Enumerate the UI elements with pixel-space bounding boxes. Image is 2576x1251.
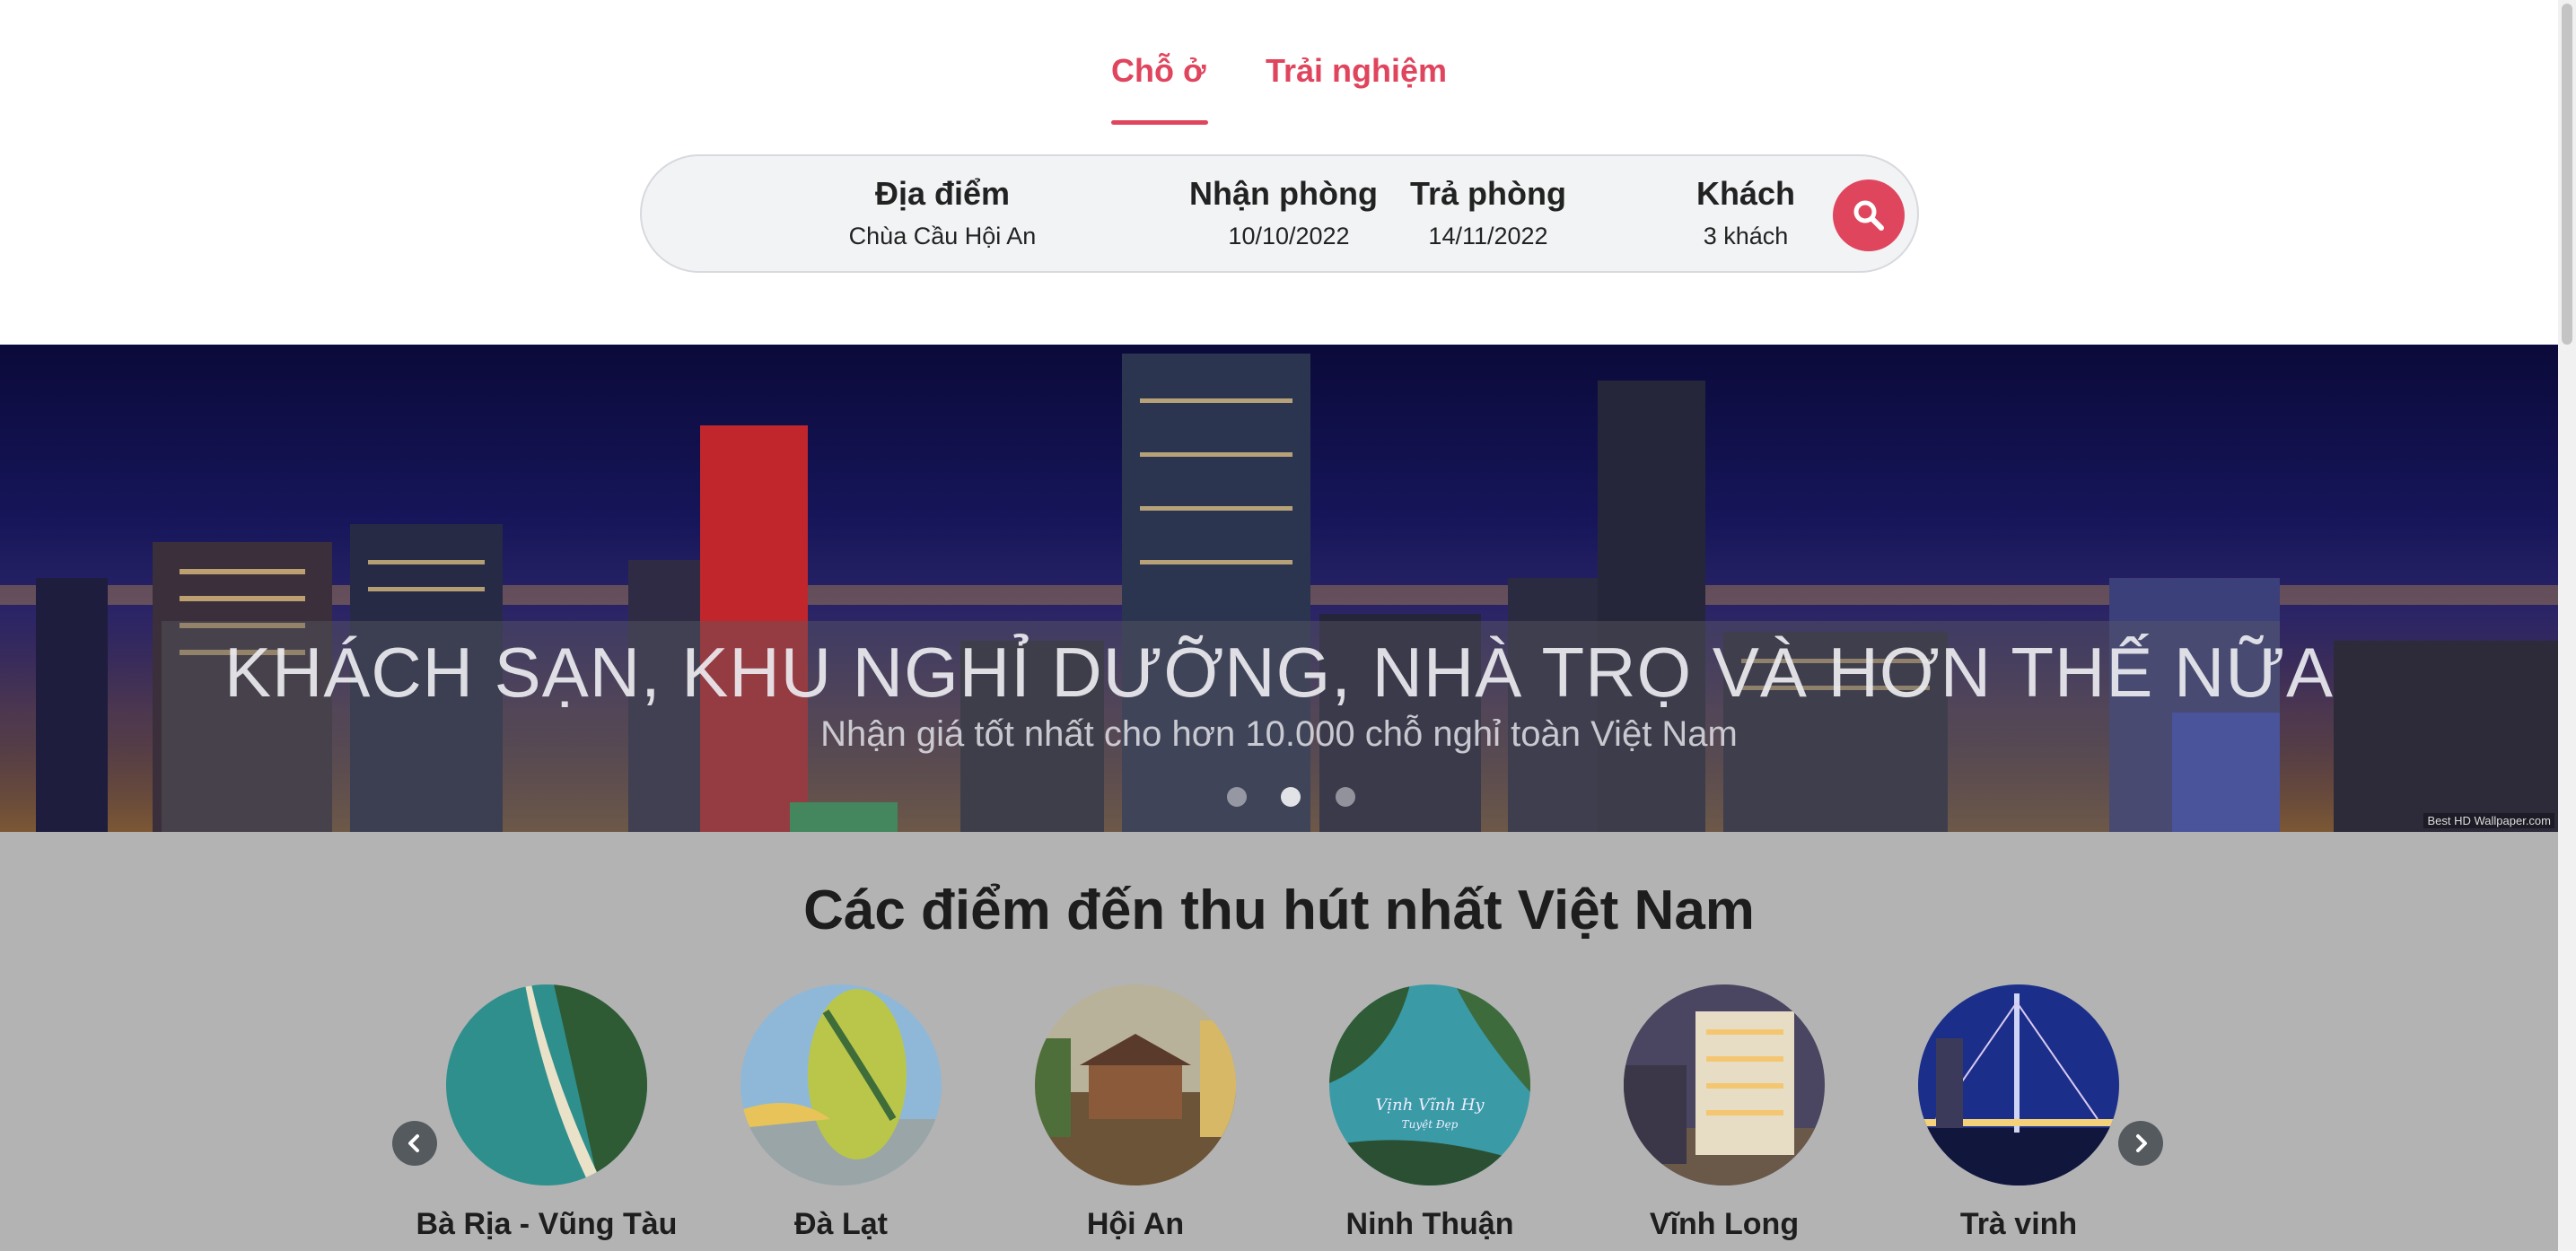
carousel-next-button[interactable] xyxy=(2118,1121,2163,1166)
tab-experiences[interactable]: Trải nghiệm xyxy=(1266,52,1447,90)
destination-image xyxy=(1035,984,1236,1185)
carousel-dot[interactable] xyxy=(1227,787,1247,807)
guests-label: Khách xyxy=(1695,175,1796,212)
search-bar: Địa điểm Chùa Cầu Hội An Nhận phòng 10/1… xyxy=(640,154,1919,273)
image-watermark: Best HD Wallpaper.com xyxy=(2423,813,2554,828)
location-value: Chùa Cầu Hội An xyxy=(848,223,1037,249)
page: Chỗ ở Trải nghiệm Địa điểm Chùa Cầu Hội … xyxy=(0,0,2576,1251)
checkout-field[interactable]: Trả phòng 14/11/2022 xyxy=(1394,174,1582,251)
checkin-value: 10/10/2022 xyxy=(1228,223,1350,249)
destination-image xyxy=(740,984,942,1185)
destination-image: Vịnh Vĩnh Hy Tuyệt Đẹp xyxy=(1329,984,1530,1185)
guests-value: 3 khách xyxy=(1703,223,1789,249)
destination-image-caption-sub: Tuyệt Đẹp xyxy=(1402,1118,1459,1131)
location-label: Địa điểm xyxy=(874,175,1011,212)
chevron-right-icon xyxy=(2136,1134,2147,1152)
category-tabs: Chỗ ở Trải nghiệm xyxy=(0,52,2558,127)
scrollbar-thumb[interactable] xyxy=(2562,4,2572,345)
checkout-value: 14/11/2022 xyxy=(1428,223,1548,249)
hero-title: KHÁCH SẠN, KHU NGHỈ DƯỠNG, NHÀ TRỌ VÀ HƠ… xyxy=(223,633,2335,712)
destination-card[interactable]: Hội An xyxy=(987,984,1284,1242)
destination-name: Đà Lạt xyxy=(794,1207,888,1241)
location-field[interactable]: Địa điểm Chùa Cầu Hội An xyxy=(794,174,1091,251)
checkout-label: Trả phòng xyxy=(1410,175,1566,212)
guests-field[interactable]: Khách 3 khách xyxy=(1683,174,1809,251)
destination-name: Ninh Thuận xyxy=(1345,1207,1514,1241)
destination-card[interactable]: Đà Lạt xyxy=(693,984,989,1242)
search-icon xyxy=(1853,200,1884,231)
destination-name: Hội An xyxy=(1086,1207,1185,1241)
carousel-indicators xyxy=(1212,787,1371,807)
destination-card[interactable]: Bà Rịa - Vũng Tàu xyxy=(399,984,695,1242)
destination-image-caption: Vịnh Vĩnh Hy xyxy=(1375,1096,1485,1115)
hero-banner: KHÁCH SẠN, KHU NGHỈ DƯỠNG, NHÀ TRỌ VÀ HƠ… xyxy=(0,345,2558,832)
destination-name: Bà Rịa - Vũng Tàu xyxy=(416,1207,678,1241)
section-title: Các điểm đến thu hút nhất Việt Nam xyxy=(803,879,1755,941)
checkin-label: Nhận phòng xyxy=(1189,175,1378,212)
carousel-dot-active[interactable] xyxy=(1281,787,1301,807)
destination-name: Vĩnh Long xyxy=(1649,1207,1800,1241)
destination-name: Trà vinh xyxy=(1959,1207,2078,1241)
destination-image xyxy=(1624,984,1825,1185)
checkin-field[interactable]: Nhận phòng 10/10/2022 xyxy=(1180,174,1387,251)
hero-subtitle: Nhận giá tốt nhất cho hơn 10.000 chỗ ngh… xyxy=(820,714,1738,754)
tab-accommodation[interactable]: Chỗ ở xyxy=(1111,52,1206,90)
destination-image xyxy=(446,984,647,1185)
destination-card[interactable]: Vĩnh Long xyxy=(1576,984,1872,1242)
search-button[interactable] xyxy=(1833,179,1905,251)
destination-image xyxy=(1918,984,2119,1185)
carousel-dot[interactable] xyxy=(1335,787,1355,807)
page-scrollbar[interactable] xyxy=(2558,0,2576,1251)
destination-card[interactable]: Trà vinh xyxy=(1871,984,2167,1242)
active-tab-indicator xyxy=(1111,120,1208,125)
destinations-section: Các điểm đến thu hút nhất Việt Nam Bà Rị… xyxy=(0,832,2558,1251)
destination-card[interactable]: Vịnh Vĩnh Hy Tuyệt Đẹp Ninh Thuận xyxy=(1282,984,1578,1242)
